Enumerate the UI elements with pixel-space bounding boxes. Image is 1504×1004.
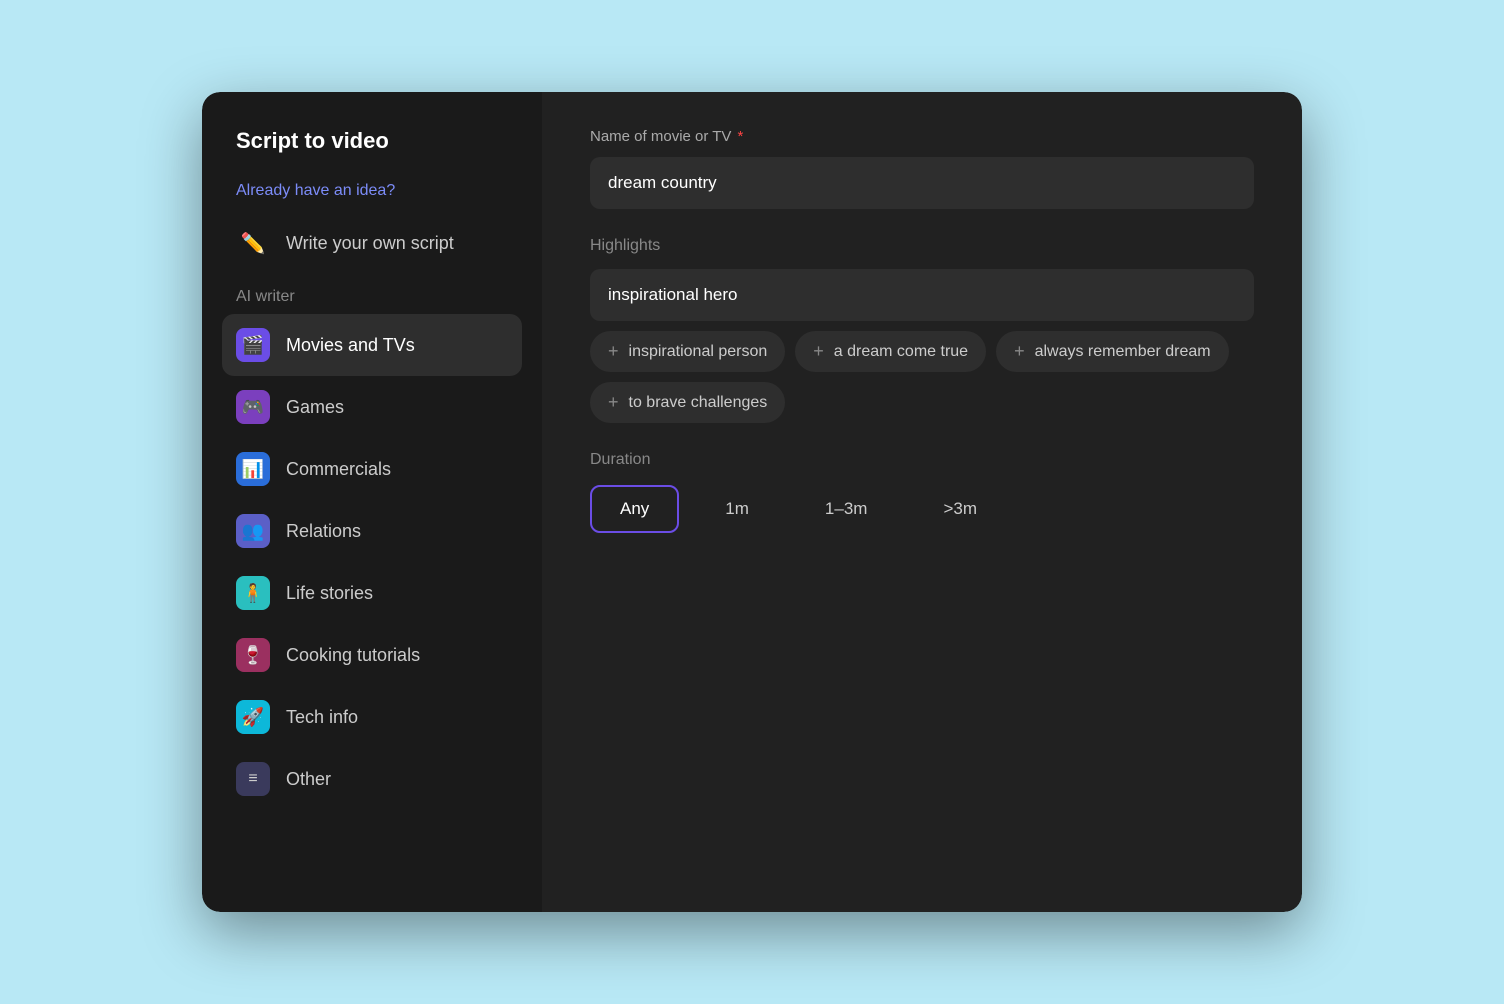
sidebar-item-movies[interactable]: 🎬 Movies and TVs xyxy=(222,314,522,376)
duration-btn-3m-plus[interactable]: >3m xyxy=(913,485,1007,533)
highlight-chips-row: + inspirational person + a dream come tr… xyxy=(590,331,1254,423)
games-icon: 🎮 xyxy=(236,390,270,424)
movie-field-label: Name of movie or TV * xyxy=(590,128,1254,145)
chip-label-1: a dream come true xyxy=(834,343,968,361)
plus-icon-2: + xyxy=(1014,341,1025,362)
plus-icon-1: + xyxy=(813,341,824,362)
duration-section: Duration Any 1m 1–3m >3m xyxy=(590,451,1254,533)
chip-label-0: inspirational person xyxy=(629,343,768,361)
highlights-main-input[interactable] xyxy=(590,269,1254,321)
plus-icon-3: + xyxy=(608,392,619,413)
ai-writer-label: AI writer xyxy=(222,274,522,314)
highlight-chip-2[interactable]: + always remember dream xyxy=(996,331,1229,372)
sidebar-item-games[interactable]: 🎮 Games xyxy=(222,376,522,438)
highlights-container: + inspirational person + a dream come tr… xyxy=(590,269,1254,423)
commercials-label: Commercials xyxy=(286,459,391,480)
required-marker: * xyxy=(737,128,743,145)
tech-icon: 🚀 xyxy=(236,700,270,734)
cooking-icon: 🍷 xyxy=(236,638,270,672)
movie-name-input[interactable] xyxy=(590,157,1254,209)
chip-label-3: to brave challenges xyxy=(629,394,768,412)
write-own-label: Write your own script xyxy=(286,233,454,254)
duration-buttons: Any 1m 1–3m >3m xyxy=(590,485,1254,533)
sidebar-item-life-stories[interactable]: 🧍 Life stories xyxy=(222,562,522,624)
highlight-chip-0[interactable]: + inspirational person xyxy=(590,331,785,372)
sidebar-item-write-own[interactable]: ✏️ Write your own script xyxy=(222,212,522,274)
movies-label: Movies and TVs xyxy=(286,335,415,356)
main-content: Name of movie or TV * Highlights + inspi… xyxy=(542,92,1302,912)
games-label: Games xyxy=(286,397,344,418)
tech-label: Tech info xyxy=(286,707,358,728)
already-have-idea-label: Already have an idea? xyxy=(222,174,522,212)
chip-label-2: always remember dream xyxy=(1035,343,1211,361)
other-label: Other xyxy=(286,769,331,790)
relations-icon: 👥 xyxy=(236,514,270,548)
sidebar-item-other[interactable]: ≡ Other xyxy=(222,748,522,810)
sidebar-item-tech[interactable]: 🚀 Tech info xyxy=(222,686,522,748)
relations-label: Relations xyxy=(286,521,361,542)
plus-icon-0: + xyxy=(608,341,619,362)
sidebar-item-commercials[interactable]: 📊 Commercials xyxy=(222,438,522,500)
highlight-chip-1[interactable]: + a dream come true xyxy=(795,331,986,372)
duration-btn-1-3m[interactable]: 1–3m xyxy=(795,485,898,533)
app-window: Script to video Already have an idea? ✏️… xyxy=(202,92,1302,912)
sidebar-item-cooking[interactable]: 🍷 Cooking tutorials xyxy=(222,624,522,686)
cooking-label: Cooking tutorials xyxy=(286,645,420,666)
highlight-chip-3[interactable]: + to brave challenges xyxy=(590,382,785,423)
commercials-icon: 📊 xyxy=(236,452,270,486)
sidebar-item-relations[interactable]: 👥 Relations xyxy=(222,500,522,562)
movies-icon: 🎬 xyxy=(236,328,270,362)
life-stories-label: Life stories xyxy=(286,583,373,604)
pencil-icon: ✏️ xyxy=(236,226,270,260)
highlights-section-title: Highlights xyxy=(590,237,1254,255)
sidebar: Script to video Already have an idea? ✏️… xyxy=(202,92,542,912)
duration-btn-any[interactable]: Any xyxy=(590,485,679,533)
life-stories-icon: 🧍 xyxy=(236,576,270,610)
duration-btn-1m[interactable]: 1m xyxy=(695,485,779,533)
sidebar-title: Script to video xyxy=(222,120,522,174)
duration-title: Duration xyxy=(590,451,1254,469)
other-icon: ≡ xyxy=(236,762,270,796)
